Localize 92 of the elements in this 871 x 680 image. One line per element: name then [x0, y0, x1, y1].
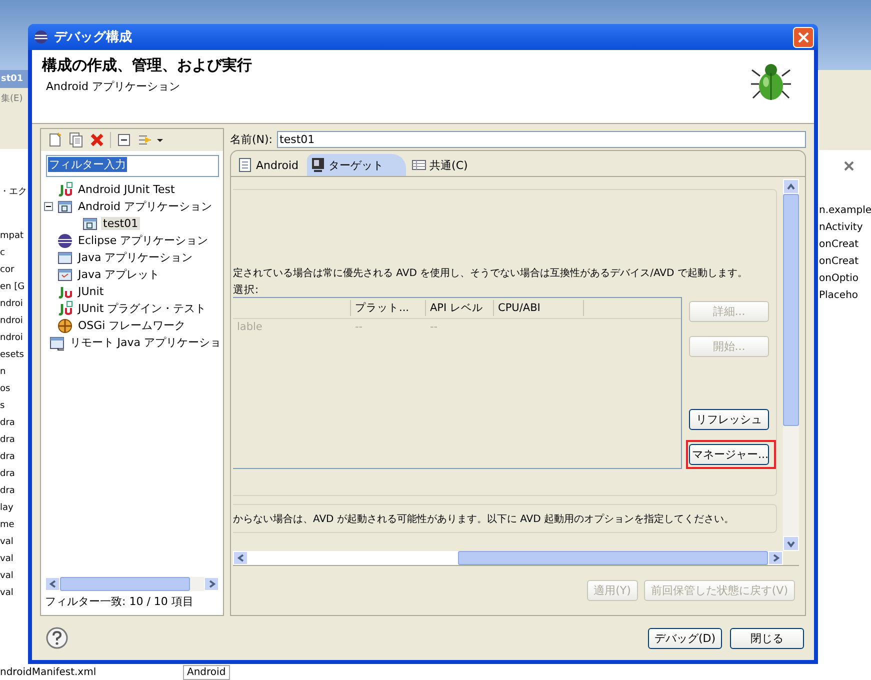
table-cell-text: -- — [354, 321, 364, 333]
explorer-item[interactable]: dra — [0, 415, 28, 432]
header-title: 構成の作成、管理、および実行 — [42, 56, 253, 75]
horizontal-scrollbar[interactable] — [45, 577, 219, 591]
explorer-item[interactable]: val — [0, 551, 28, 568]
scroll-left-button[interactable] — [233, 551, 248, 565]
tree-item[interactable]: OSGi フレームワーク — [76, 318, 188, 333]
duplicate-icon[interactable] — [68, 132, 84, 148]
explorer-item[interactable]: n — [0, 364, 28, 381]
vertical-scrollbar[interactable] — [783, 179, 799, 551]
delete-icon[interactable] — [89, 132, 105, 148]
name-field[interactable]: test01 — [276, 130, 806, 148]
column-header[interactable]: API レベル — [426, 300, 494, 316]
outline-item[interactable]: Placeho — [819, 287, 871, 304]
scroll-down-button[interactable] — [783, 536, 799, 551]
crosshair-icon — [57, 318, 73, 334]
explorer-item[interactable]: ndroi — [0, 296, 28, 313]
options-note: からない場合は、AVD が起動される可能性があります。以下に AVD 起動用のオプションを指定してください。 — [233, 512, 734, 526]
tab[interactable]: 共通(C) — [408, 154, 474, 176]
tree-item[interactable]: Eclipse アプリケーション — [76, 233, 210, 248]
explorer-item[interactable]: ndroi — [0, 313, 28, 330]
dialog-button[interactable]: 閉じる — [730, 628, 804, 648]
table-icon — [410, 157, 427, 173]
tree-item[interactable]: JUnit プラグイン・テスト — [76, 301, 208, 316]
scrollbar-thumb[interactable] — [458, 551, 768, 565]
side-button[interactable]: マネージャー... — [689, 444, 769, 465]
explorer-item[interactable]: val — [0, 585, 28, 602]
outline-item[interactable]: onCreat — [819, 236, 871, 253]
outline-item[interactable]: onOptio — [819, 270, 871, 287]
explorer-item[interactable]: s — [0, 398, 28, 415]
table-cell-text: -- — [429, 321, 439, 333]
close-icon[interactable] — [843, 160, 855, 172]
tree-item[interactable]: Android JUnit Test — [76, 183, 177, 196]
window-title: st01 — [0, 70, 28, 88]
explorer-item[interactable]: val — [0, 534, 28, 551]
explorer-item[interactable]: me — [0, 517, 28, 534]
name-label: 名前(N): — [230, 132, 273, 146]
tree-item[interactable]: リモート Java アプリケーショ — [68, 335, 223, 350]
explorer-item[interactable]: esets — [0, 347, 28, 364]
outline-item[interactable]: nActivity — [819, 219, 871, 236]
view-title[interactable]: ・エク — [0, 149, 28, 198]
explorer-item[interactable]: en [G — [0, 279, 28, 296]
scrollbar-thumb[interactable] — [783, 194, 799, 426]
tab[interactable]: ターゲット — [306, 154, 406, 176]
collapse-toggle-icon[interactable] — [44, 202, 52, 211]
collapse-icon[interactable] — [116, 132, 132, 148]
column-header[interactable]: CPU/ABI — [494, 300, 584, 316]
scrollbar-thumb[interactable] — [60, 577, 190, 591]
window-title: デバッグ構成 — [54, 29, 132, 46]
explorer-item[interactable]: c — [0, 245, 28, 262]
outline-item[interactable]: onCreat — [819, 253, 871, 270]
explorer-item[interactable]: dra — [0, 432, 28, 449]
explorer-item[interactable]: mpat — [0, 228, 28, 245]
document-icon — [237, 157, 253, 173]
explorer-item[interactable]: ndroidManifest.xml — [0, 666, 96, 680]
explorer-item[interactable]: os — [0, 381, 28, 398]
outline-item[interactable]: n.example — [819, 202, 871, 219]
help-icon[interactable] — [46, 627, 68, 649]
tab[interactable]: Android — [234, 154, 305, 176]
scroll-left-button[interactable] — [45, 577, 60, 591]
explorer-item[interactable]: dra — [0, 466, 28, 483]
menu-item[interactable]: 集(E) — [0, 88, 28, 109]
new-icon[interactable] — [47, 132, 63, 148]
close-button[interactable] — [793, 26, 814, 48]
side-button[interactable]: リフレッシュ — [689, 409, 769, 430]
editor-tab[interactable]: Android — [183, 665, 230, 680]
monitor-icon — [310, 157, 326, 173]
selection-label: 選択: — [233, 283, 260, 297]
tree-item[interactable]: Android アプリケーション — [76, 199, 214, 214]
dialog-button[interactable]: デバッグ(D) — [648, 628, 722, 648]
target-note: 定されている場合は常に優先される AVD を使用し、そうでない場合は互換性があるデバイス/AVD で起動します。 — [233, 266, 748, 280]
tree-item[interactable]: Java アプレット — [76, 267, 162, 282]
table-cell-text: lable — [236, 321, 264, 333]
scroll-up-button[interactable] — [783, 179, 799, 194]
scroll-right-button[interactable] — [768, 551, 783, 565]
filter-field[interactable]: フィルター入力 — [46, 155, 219, 177]
explorer-item[interactable]: dra — [0, 483, 28, 500]
horizontal-scrollbar[interactable] — [233, 551, 783, 565]
tree-item[interactable]: test01 — [101, 217, 140, 230]
filter-status: フィルター一致: 10 / 10 項目 — [44, 594, 194, 610]
tree-item[interactable]: Java アプリケーション — [76, 250, 195, 265]
eclipse-icon — [34, 30, 48, 44]
explorer-item[interactable]: lay — [0, 500, 28, 517]
explorer-item[interactable]: cor — [0, 262, 28, 279]
explorer-item[interactable]: ndroi — [0, 330, 28, 347]
sphere-icon — [57, 232, 73, 248]
explorer-item[interactable]: val — [0, 568, 28, 585]
tree-item[interactable]: JUnit — [76, 285, 106, 298]
column-header[interactable]: プラット... — [351, 300, 426, 316]
explorer-item[interactable]: dra — [0, 449, 28, 466]
header-subtitle: Android アプリケーション — [45, 79, 182, 94]
scroll-right-button[interactable] — [204, 577, 219, 591]
